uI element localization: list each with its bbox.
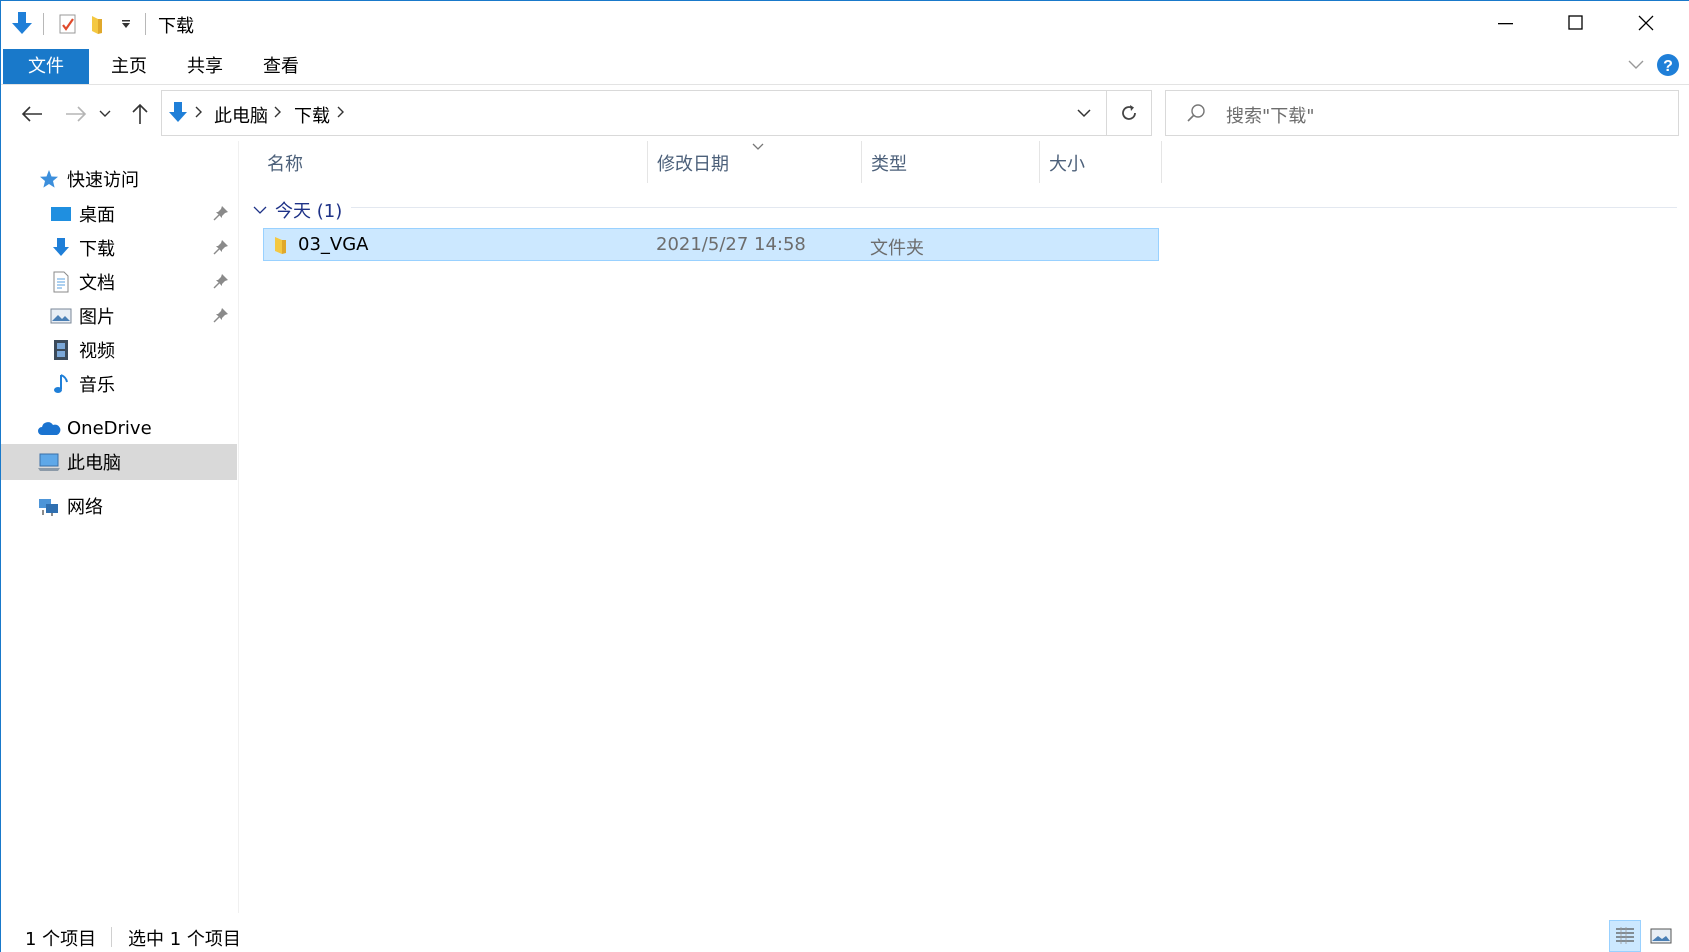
large-icons-view-button[interactable] — [1645, 920, 1677, 952]
file-type: 文件夹 — [870, 238, 924, 259]
column-header-size[interactable]: 大小 — [1041, 143, 1161, 183]
breadcrumb-chevron-icon[interactable] — [195, 104, 203, 124]
search-input[interactable]: 搜索"下载" — [1226, 102, 1315, 128]
sidebar-item-onedrive[interactable]: OneDrive — [1, 411, 237, 445]
column-header-name[interactable]: 名称 — [259, 143, 647, 183]
download-location-icon — [168, 101, 188, 130]
sidebar-item-documents[interactable]: 文档 — [1, 265, 237, 299]
cloud-icon — [37, 416, 61, 440]
status-item-count: 1 个项目 — [25, 929, 97, 950]
maximize-button[interactable] — [1541, 1, 1611, 45]
sidebar-item-this-pc[interactable]: 此电脑 — [1, 444, 237, 480]
folder-icon — [272, 234, 292, 261]
video-icon — [49, 338, 73, 362]
download-icon — [49, 236, 73, 260]
forward-button[interactable] — [61, 99, 91, 129]
network-icon — [37, 494, 61, 518]
sidebar-item-desktop[interactable]: 桌面 — [1, 197, 237, 231]
new-folder-icon[interactable] — [85, 11, 111, 37]
refresh-button[interactable] — [1106, 90, 1152, 136]
breadcrumb-chevron-icon[interactable] — [274, 104, 282, 124]
title-bar: 下载 — [1, 1, 1689, 45]
svg-text:?: ? — [1663, 58, 1673, 75]
help-icon[interactable]: ? — [1655, 51, 1681, 79]
search-box[interactable]: 搜索"下载" — [1165, 90, 1679, 136]
desktop-icon — [49, 202, 73, 226]
sidebar-item-quick-access[interactable]: 快速访问 — [1, 162, 237, 196]
breadcrumb-this-pc[interactable]: 此电脑 — [214, 102, 268, 128]
breadcrumb-chevron-icon[interactable] — [337, 104, 345, 124]
sidebar-item-pictures[interactable]: 图片 — [1, 299, 237, 333]
file-name[interactable]: 03_VGA — [298, 234, 368, 255]
customize-toolbar-dropdown[interactable] — [113, 11, 139, 37]
computer-icon — [37, 450, 61, 474]
tab-file[interactable]: 文件 — [3, 49, 89, 84]
up-button[interactable] — [125, 99, 155, 129]
file-modified: 2021/5/27 14:58 — [656, 234, 806, 255]
sidebar-item-network[interactable]: 网络 — [1, 489, 237, 523]
pictures-icon — [49, 304, 73, 328]
ribbon-tabs: 文件 主页 共享 查看 ? — [1, 45, 1689, 85]
download-folder-icon[interactable] — [9, 11, 35, 37]
tab-share[interactable]: 共享 — [173, 49, 237, 84]
back-button[interactable] — [17, 99, 47, 129]
pin-icon[interactable] — [213, 239, 229, 260]
column-header-modified[interactable]: 修改日期 — [649, 143, 861, 183]
navigation-pane: 快速访问 桌面 下载 文档 图片 视频 音乐 OneDrive 此电脑 网络 — [1, 141, 239, 913]
close-button[interactable] — [1611, 1, 1681, 45]
pin-icon[interactable] — [213, 205, 229, 226]
sidebar-item-downloads[interactable]: 下载 — [1, 231, 237, 265]
group-header-today[interactable]: 今天 (1) — [253, 197, 342, 223]
address-bar[interactable]: 此电脑 下载 — [161, 90, 1152, 136]
details-view-button[interactable] — [1609, 920, 1641, 952]
expand-ribbon-chevron-icon[interactable] — [1625, 51, 1647, 79]
properties-icon[interactable] — [55, 11, 81, 37]
tab-home[interactable]: 主页 — [97, 49, 161, 84]
sidebar-item-music[interactable]: 音乐 — [1, 367, 237, 401]
music-icon — [49, 372, 73, 396]
collapse-chevron-icon[interactable] — [253, 200, 267, 220]
table-row[interactable]: 03_VGA 2021/5/27 14:58 文件夹 — [263, 228, 1159, 261]
document-icon — [49, 270, 73, 294]
column-header-type[interactable]: 类型 — [863, 143, 1039, 183]
address-history-dropdown[interactable] — [1063, 90, 1105, 136]
file-explorer-window: 下载 文件 主页 共享 查看 ? 此电脑 下载 搜索"下载" 快速访问 桌面 下… — [0, 0, 1689, 952]
pin-icon[interactable] — [213, 273, 229, 294]
search-icon — [1186, 103, 1206, 128]
recent-locations-chevron-icon[interactable] — [95, 99, 115, 129]
status-selected-count: 选中 1 个项目 — [128, 929, 241, 950]
window-title: 下载 — [158, 16, 194, 37]
breadcrumb-downloads[interactable]: 下载 — [294, 102, 330, 128]
pin-icon[interactable] — [213, 307, 229, 328]
star-icon — [37, 167, 61, 191]
sidebar-item-videos[interactable]: 视频 — [1, 333, 237, 367]
minimize-button[interactable] — [1471, 1, 1541, 45]
tab-view[interactable]: 查看 — [249, 49, 313, 84]
